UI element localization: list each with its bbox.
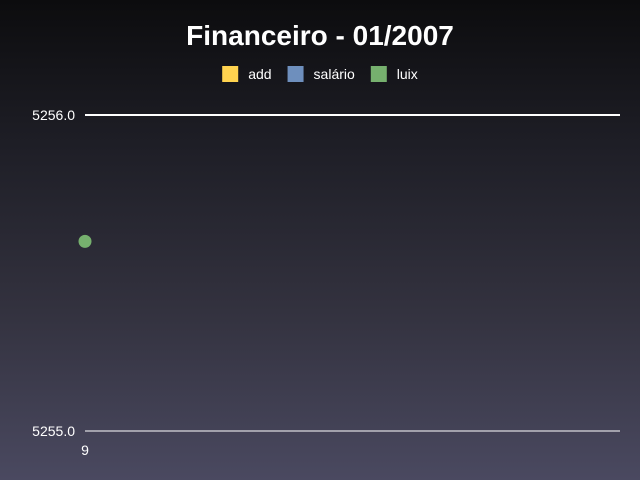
chart-title: Financeiro - 01/2007	[186, 20, 454, 51]
y-tick-label: 5255.0	[32, 423, 75, 439]
legend-label: salário	[314, 66, 355, 82]
legend-item: luix	[370, 66, 418, 82]
x-axis-ticks: 9	[81, 442, 89, 458]
y-axis-ticks: 5256.0 5255.0	[32, 107, 75, 439]
data-point	[78, 234, 92, 248]
legend-swatch	[287, 66, 304, 82]
legend: add salário luix	[222, 66, 418, 82]
legend-label: luix	[397, 66, 418, 82]
y-tick-label: 5256.0	[32, 107, 75, 123]
legend-item: add	[222, 66, 272, 82]
legend-item: salário	[287, 66, 355, 82]
series-layer	[78, 234, 92, 248]
gridlines	[85, 114, 620, 432]
x-tick-label: 9	[81, 442, 89, 458]
legend-swatch	[370, 66, 387, 82]
chart: Financeiro - 01/2007 add salário luix 5256…	[32, 20, 620, 458]
legend-label: add	[248, 66, 271, 82]
legend-swatch	[222, 66, 239, 82]
